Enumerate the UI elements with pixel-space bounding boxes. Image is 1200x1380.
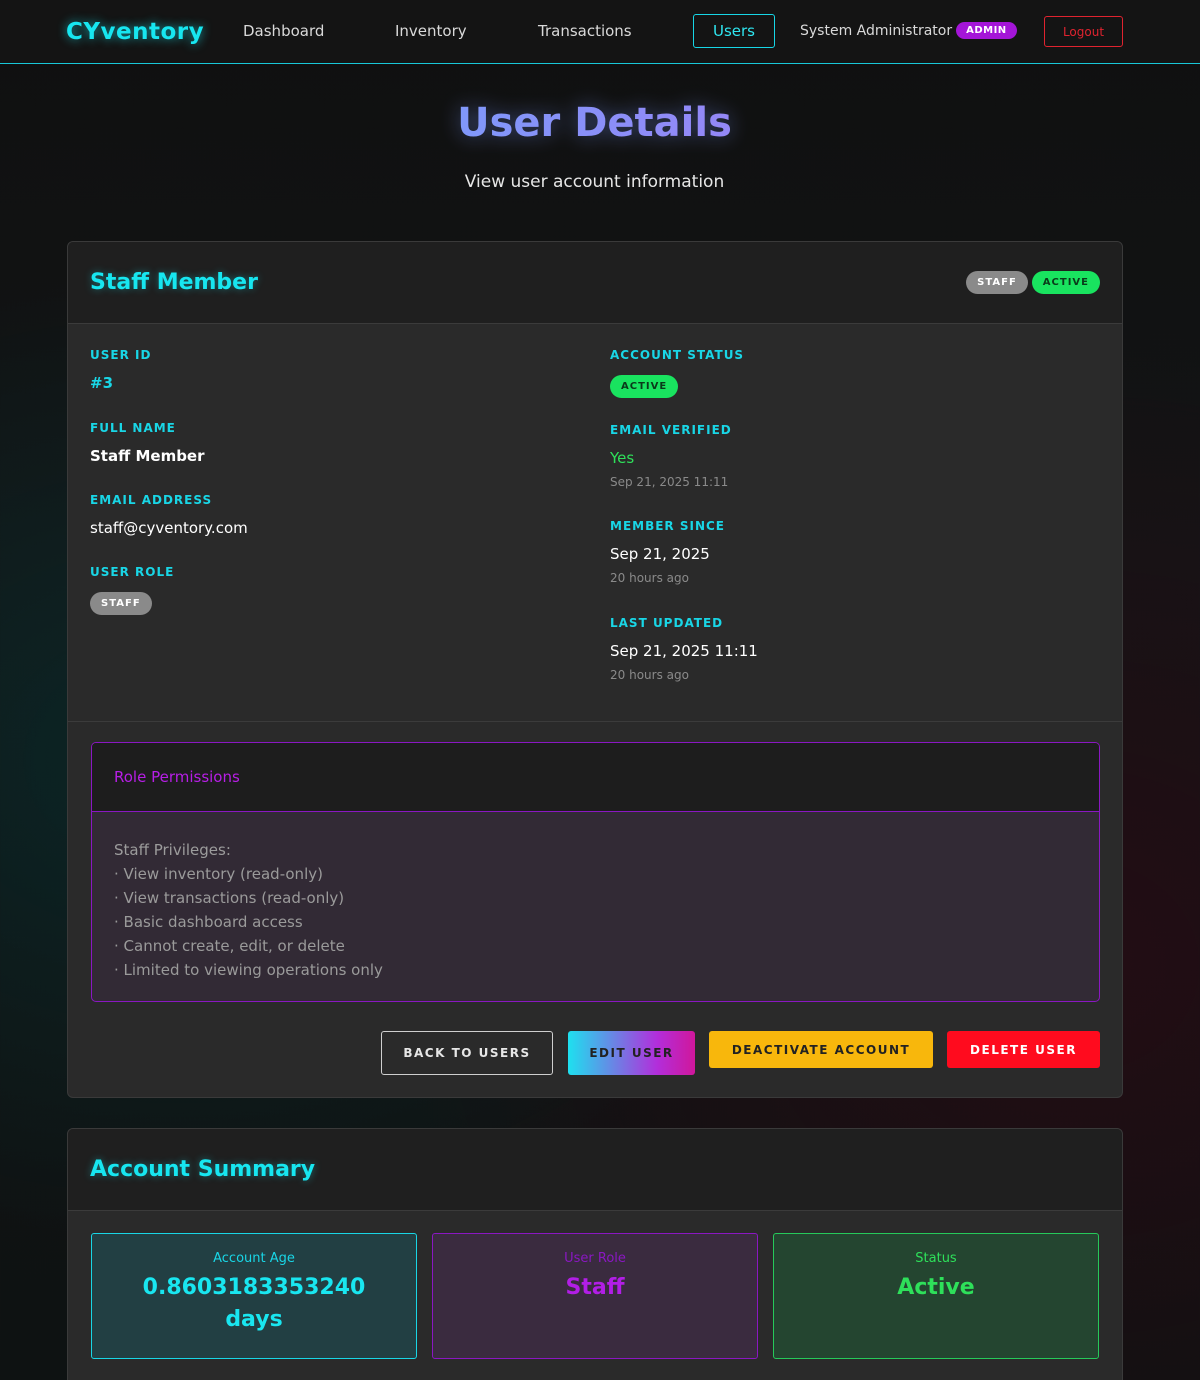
logout-button[interactable]: Logout [1044, 16, 1123, 47]
divider [68, 721, 1122, 722]
field-label: ACCOUNT STATUS [610, 348, 745, 362]
email-value: staff@cyventory.com [90, 519, 248, 537]
permission-item: · Cannot create, edit, or delete [114, 937, 345, 955]
account-age-unit: days [225, 1307, 283, 1332]
email-verified-date: Sep 21, 2025 11:11 [610, 475, 729, 489]
status-value: Active [897, 1275, 975, 1300]
nav-dashboard[interactable]: Dashboard [243, 22, 324, 40]
permission-item: · Basic dashboard access [114, 913, 303, 931]
account-age-label: Account Age [213, 1251, 295, 1266]
permission-item: · View inventory (read-only) [114, 865, 323, 883]
brand-logo[interactable]: CYventory [66, 19, 241, 45]
member-since-value: Sep 21, 2025 [610, 545, 710, 563]
account-status-field: ACCOUNT STATUS ACTIVE [610, 348, 745, 398]
field-label: EMAIL ADDRESS [90, 493, 213, 507]
user-id-value: #3 [90, 374, 114, 392]
user-id-field: USER ID #3 [90, 348, 151, 392]
user-role-field: USER ROLE STAFF [90, 565, 175, 615]
permission-item: · Limited to viewing operations only [114, 961, 383, 979]
page-title: User Details [0, 100, 1189, 146]
user-role-value: Staff [565, 1275, 625, 1300]
permissions-list: Staff Privileges: · View inventory (read… [92, 812, 1099, 1001]
card-header: Account Summary [68, 1129, 1122, 1211]
user-role-label: User Role [564, 1251, 626, 1266]
back-to-users-button[interactable]: BACK TO USERS [381, 1031, 553, 1075]
delete-user-button[interactable]: DELETE USER [947, 1031, 1100, 1068]
user-role-badge: STAFF [90, 592, 152, 615]
current-user-name: System Administrator [800, 22, 953, 39]
field-label: USER ROLE [90, 565, 175, 579]
full-name-field: FULL NAME Staff Member [90, 421, 205, 465]
deactivate-account-button[interactable]: DEACTIVATE ACCOUNT [709, 1031, 933, 1068]
status-box: Status Active [773, 1233, 1099, 1359]
last-updated-relative: 20 hours ago [610, 668, 689, 682]
user-role-box: User Role Staff [432, 1233, 758, 1359]
page-subtitle: View user account information [464, 172, 725, 192]
status-label: Status [915, 1251, 957, 1266]
user-details-card: Staff Member STAFF ACTIVE USER ID #3 FUL… [67, 241, 1123, 1098]
last-updated-field: LAST UPDATED Sep 21, 2025 11:11 20 hours… [610, 616, 758, 682]
status-badge: ACTIVE [1031, 271, 1100, 294]
account-summary-title: Account Summary [90, 1157, 316, 1182]
field-label: EMAIL VERIFIED [610, 423, 732, 437]
account-age-box: Account Age 0.8603183353240 days [91, 1233, 417, 1359]
top-navbar: CYventory Dashboard Inventory Transactio… [0, 0, 1200, 64]
email-verified-value: Yes [610, 449, 635, 467]
account-status-badge: ACTIVE [610, 375, 679, 398]
email-verified-field: EMAIL VERIFIED Yes Sep 21, 2025 11:11 [610, 423, 732, 489]
card-header: Staff Member STAFF ACTIVE [68, 242, 1122, 324]
nav-transactions[interactable]: Transactions [538, 22, 632, 40]
current-user: System Administrator ADMIN [800, 22, 1017, 39]
nav-inventory[interactable]: Inventory [395, 22, 467, 40]
account-summary-card: Account Summary Account Age 0.8603183353… [67, 1128, 1123, 1380]
account-age-value: 0.8603183353240 [142, 1275, 366, 1300]
member-since-relative: 20 hours ago [610, 571, 689, 585]
email-field: EMAIL ADDRESS staff@cyventory.com [90, 493, 248, 537]
permission-item: · View transactions (read-only) [114, 889, 345, 907]
user-card-title: Staff Member [90, 270, 258, 295]
edit-user-button[interactable]: EDIT USER [568, 1031, 695, 1075]
permissions-heading: Staff Privileges: [114, 841, 231, 859]
role-permissions-panel: Role Permissions Staff Privileges: · Vie… [91, 742, 1100, 1002]
admin-badge: ADMIN [956, 22, 1017, 39]
role-badge: STAFF [966, 271, 1028, 294]
field-label: MEMBER SINCE [610, 519, 725, 533]
field-label: FULL NAME [90, 421, 176, 435]
field-label: LAST UPDATED [610, 616, 724, 630]
member-since-field: MEMBER SINCE Sep 21, 2025 20 hours ago [610, 519, 725, 585]
field-label: USER ID [90, 348, 152, 362]
last-updated-value: Sep 21, 2025 11:11 [610, 642, 758, 660]
role-permissions-title: Role Permissions [92, 743, 1099, 812]
nav-users[interactable]: Users [693, 14, 775, 48]
full-name-value: Staff Member [90, 447, 205, 465]
